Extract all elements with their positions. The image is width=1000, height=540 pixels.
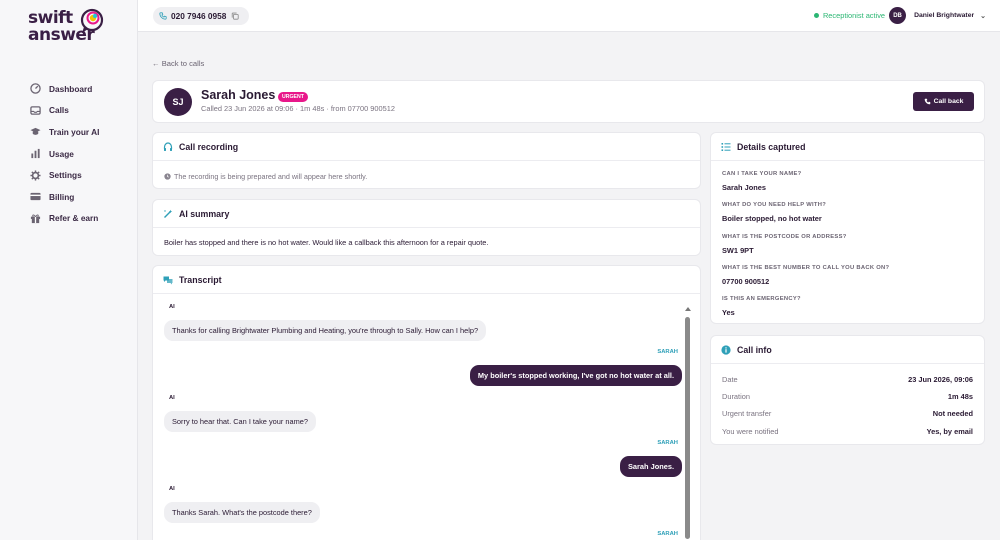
sidebar-nav: Dashboard Calls Train your AI Usage Sett… <box>30 78 99 229</box>
speaker-label: SARAH <box>657 349 678 355</box>
gear-icon <box>30 170 41 181</box>
magic-wand-icon <box>164 209 173 218</box>
sidebar-item-label: Dashboard <box>49 83 93 94</box>
sidebar-item-label: Train your AI <box>49 126 100 137</box>
headphones-icon <box>163 141 173 151</box>
sidebar-item-calls[interactable]: Calls <box>30 100 99 122</box>
recording-status: The recording is being prepared and will… <box>164 172 367 181</box>
transcript-message-ai: Sorry to hear that. Can I take your name… <box>164 411 316 432</box>
ai-summary-text: Boiler has stopped and there is no hot w… <box>164 238 489 247</box>
call-info-card: Call info Date 23 Jun 2026, 09:06 Durati… <box>710 335 985 445</box>
info-icon <box>721 344 731 355</box>
detail-answer: SW1 9PT <box>722 246 754 255</box>
speaker-label: SARAH <box>657 531 678 537</box>
detail-question: IS THIS AN EMERGENCY? <box>722 296 801 302</box>
speaker-label: AI <box>169 486 175 492</box>
call-info-row: Duration 1m 48s <box>722 392 973 401</box>
phone-icon <box>924 98 930 105</box>
transcript-card: Transcript AI Thanks for calling Brightw… <box>152 265 701 540</box>
dashboard-icon <box>30 83 41 95</box>
card-title: Call info <box>711 336 984 364</box>
detail-answer: 07700 900512 <box>722 277 770 286</box>
avatar: DB <box>889 7 907 24</box>
phone-number: 020 7946 0958 <box>171 11 227 21</box>
card-title: Transcript <box>153 266 700 294</box>
ai-summary-card: AI summary Boiler has stopped and there … <box>152 199 701 256</box>
card-title: Call recording <box>153 133 700 161</box>
detail-question: WHAT IS THE POSTCODE OR ADDRESS? <box>722 234 847 240</box>
chevron-down-icon: ⌄ <box>980 12 986 20</box>
card-title: Details captured <box>711 133 984 161</box>
sidebar-item-usage[interactable]: Usage <box>30 143 99 165</box>
chat-bubbles-icon <box>163 276 173 284</box>
sidebar-item-label: Refer & earn <box>49 213 99 224</box>
sidebar-item-label: Usage <box>49 148 74 159</box>
detail-answer: Boiler stopped, no hot water <box>722 214 822 223</box>
bar-chart-icon <box>30 148 41 159</box>
scrollbar-thumb[interactable] <box>685 317 690 539</box>
detail-question: CAN I TAKE YOUR NAME? <box>722 171 802 177</box>
speaker-label: AI <box>169 304 175 310</box>
user-name: Daniel Brightwater <box>914 12 975 19</box>
call-info-row: You were notified Yes, by email <box>722 427 973 436</box>
detail-question: WHAT DO YOU NEED HELP WITH? <box>722 202 827 208</box>
transcript-message-caller: My boiler's stopped working, I've got no… <box>469 365 682 386</box>
logo[interactable]: swift answer <box>28 8 108 50</box>
top-bar: 020 7946 0958 Receptionist active DB Dan… <box>138 0 1000 32</box>
call-meta: Called 23 Jun 2026 at 09:06 · 1m 48s · f… <box>201 104 395 113</box>
call-recording-card: Call recording The recording is being pr… <box>152 132 701 189</box>
user-menu[interactable]: DB Daniel Brightwater ⌄ <box>889 7 986 24</box>
card-title: AI summary <box>153 200 700 228</box>
detail-question: WHAT IS THE BEST NUMBER TO CALL YOU BACK… <box>722 265 890 271</box>
sidebar-item-dashboard[interactable]: Dashboard <box>30 78 99 100</box>
sidebar-item-settings[interactable]: Settings <box>30 164 99 186</box>
gift-icon <box>30 213 41 224</box>
transcript-messages[interactable]: AI Thanks for calling Brightwater Plumbi… <box>153 295 700 540</box>
status-dot-icon <box>813 13 819 18</box>
sidebar-item-label: Billing <box>49 191 75 202</box>
phone-number-pill[interactable]: 020 7946 0958 <box>153 7 250 25</box>
sidebar-item-refer-earn[interactable]: Refer & earn <box>30 208 99 230</box>
caller-header-card: SJ Sarah Jones URGENT Called 23 Jun 2026… <box>152 80 985 123</box>
call-info-row: Urgent transfer Not needed <box>722 409 973 418</box>
clock-icon <box>164 173 171 180</box>
phone-icon <box>159 12 167 20</box>
sidebar-item-train-your-ai[interactable]: Train your AI <box>30 121 99 143</box>
call-info-row: Date 23 Jun 2026, 09:06 <box>722 375 973 384</box>
transcript-message-caller: Sarah Jones. <box>619 456 682 477</box>
status-text: Receptionist active <box>822 11 885 20</box>
sidebar: swift answer Dashboard Calls Train your … <box>0 0 138 540</box>
transcript-message-ai: Thanks for calling Brightwater Plumbing … <box>164 320 487 341</box>
caller-name: Sarah Jones <box>201 88 276 102</box>
details-captured-card: Details captured CAN I TAKE YOUR NAME? S… <box>710 132 985 324</box>
back-to-calls-link[interactable]: ← Back to calls <box>152 59 204 68</box>
copy-icon[interactable] <box>231 12 239 20</box>
receptionist-status: Receptionist active <box>813 11 885 20</box>
sidebar-item-label: Settings <box>49 170 82 181</box>
speaker-label: AI <box>169 395 175 401</box>
speaker-label: SARAH <box>657 440 678 446</box>
transcript-scrollbar[interactable] <box>685 307 691 539</box>
detail-answer: Sarah Jones <box>722 183 766 192</box>
call-back-label: Call back <box>933 98 964 105</box>
sidebar-item-billing[interactable]: Billing <box>30 186 99 208</box>
detail-answer: Yes <box>722 308 735 317</box>
sidebar-item-label: Calls <box>49 105 69 116</box>
urgent-badge: URGENT <box>278 92 308 102</box>
inbox-icon <box>30 105 41 116</box>
graduation-cap-icon <box>30 126 41 137</box>
scroll-up-arrow-icon[interactable] <box>685 307 691 311</box>
transcript-message-ai: Thanks Sarah. What's the postcode there? <box>164 502 320 523</box>
credit-card-icon <box>30 191 41 202</box>
caller-avatar: SJ <box>164 88 192 116</box>
checklist-icon <box>721 142 731 151</box>
logo-mark-icon <box>80 8 104 33</box>
call-back-button[interactable]: Call back <box>913 92 974 111</box>
